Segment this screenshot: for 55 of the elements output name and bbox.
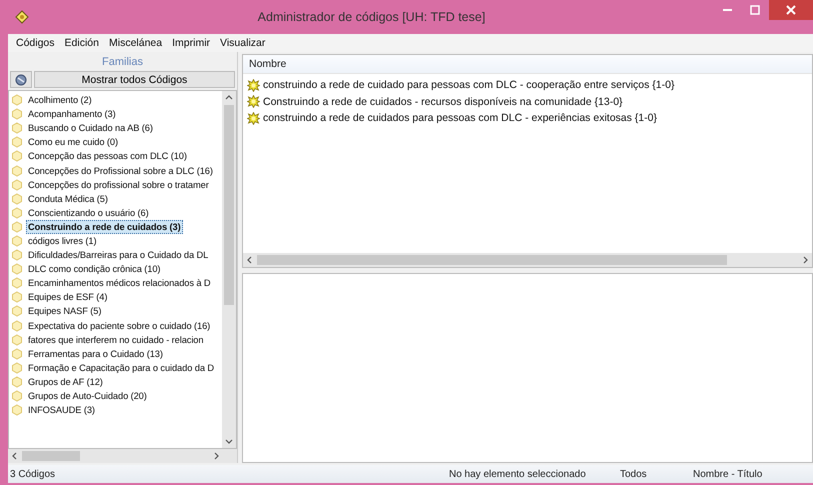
family-item[interactable]: DLC como condição crônica (10) bbox=[26, 262, 162, 276]
family-item[interactable]: Grupos de AF (12) bbox=[26, 374, 105, 389]
status-text: No hay elemento seleccionado bbox=[448, 468, 587, 480]
panel-title: Familias bbox=[101, 55, 144, 70]
app-icon bbox=[14, 9, 30, 25]
family-item[interactable]: Equipes de ESF (4) bbox=[26, 290, 110, 304]
code-item[interactable]: Construindo a rede de cuidados - recursos disponíveis na comunidade {13-0} bbox=[263, 96, 623, 108]
family-item[interactable]: Buscando o Cuidado na AB (6) bbox=[26, 121, 155, 136]
maximize-icon bbox=[750, 5, 760, 15]
menu-item[interactable]: Edición bbox=[60, 37, 104, 49]
code-item[interactable]: construindo a rede de cuidado para pessoas com DLC - cooperação entre serviços {1-0} bbox=[263, 79, 674, 92]
family-item[interactable]: códigos livres (1) bbox=[26, 234, 98, 248]
status-text: Todos bbox=[619, 468, 648, 480]
status-text: Nombre - Título bbox=[692, 468, 764, 480]
family-item[interactable]: Conscientizando o usuário (6) bbox=[26, 206, 151, 220]
arrow-right-icon bbox=[212, 452, 220, 460]
arrow-right-icon bbox=[801, 256, 809, 264]
minimize-icon bbox=[722, 9, 732, 11]
family-item[interactable]: Dificuldades/Barreiras para o Cuidado da DL bbox=[26, 248, 210, 262]
family-item[interactable]: Formação e Capacitação para o cuidado da D bbox=[26, 360, 216, 375]
family-item[interactable]: Acolhimento (2) bbox=[26, 93, 94, 108]
family-item[interactable]: Concepções do profissional sobre o tratamer bbox=[26, 178, 211, 192]
family-item[interactable]: Conduta Médica (5) bbox=[26, 192, 110, 206]
show-all-codes-button[interactable]: Mostrar todos Códigos bbox=[34, 71, 235, 88]
family-item[interactable]: Encaminhamentos médicos relacionados à D bbox=[26, 276, 213, 290]
family-item[interactable]: Como eu me cuido (0) bbox=[26, 135, 120, 150]
code-item[interactable]: construindo a rede de cuidados para pessoas com DLC - experiências exitosas {1-0} bbox=[263, 112, 657, 124]
menu-item[interactable]: Códigos bbox=[11, 37, 60, 49]
vertical-scrollbar[interactable] bbox=[222, 91, 236, 448]
menu-item[interactable]: Miscelánea bbox=[104, 37, 168, 49]
menu-item[interactable]: Imprimir bbox=[167, 37, 216, 49]
families-button[interactable] bbox=[10, 71, 32, 88]
family-item[interactable]: fatores que interferem no cuidado - relacion bbox=[26, 332, 206, 347]
arrow-left-icon bbox=[246, 256, 254, 264]
horizontal-scrollbar[interactable] bbox=[8, 449, 237, 463]
arrow-up-icon bbox=[225, 94, 233, 102]
disc-icon bbox=[15, 74, 27, 86]
family-item[interactable]: Expectativa do paciente sobre o cuidado (16) bbox=[26, 318, 212, 333]
arrow-left-icon bbox=[11, 452, 19, 460]
family-item[interactable]: Grupos de Auto-Cuidado (20) bbox=[26, 389, 149, 404]
family-item[interactable]: Concepção das pessoas com DLC (10) bbox=[26, 149, 189, 164]
close-button[interactable] bbox=[769, 0, 813, 20]
family-item[interactable]: Ferramentas para o Cuidado (13) bbox=[26, 346, 165, 361]
menu-item[interactable]: Visualizar bbox=[215, 37, 270, 49]
family-item[interactable]: Construindo a rede de cuidados (3) bbox=[26, 220, 183, 234]
family-item[interactable]: Acompanhamento (3) bbox=[26, 107, 118, 122]
status-text: 3 Códigos bbox=[9, 468, 56, 480]
column-header[interactable]: Nombre bbox=[243, 55, 812, 74]
close-icon bbox=[786, 5, 796, 15]
arrow-down-icon bbox=[225, 437, 233, 445]
family-item[interactable]: Concepções do Profissional sobre a DLC (16) bbox=[26, 164, 215, 178]
window-title: Administrador de códigos [UH: TFD tese] bbox=[256, 10, 486, 24]
family-item[interactable]: Equipes NASF (5) bbox=[26, 304, 104, 318]
family-item[interactable]: INFOSAUDE (3) bbox=[26, 403, 97, 418]
horizontal-scrollbar[interactable] bbox=[243, 253, 812, 267]
